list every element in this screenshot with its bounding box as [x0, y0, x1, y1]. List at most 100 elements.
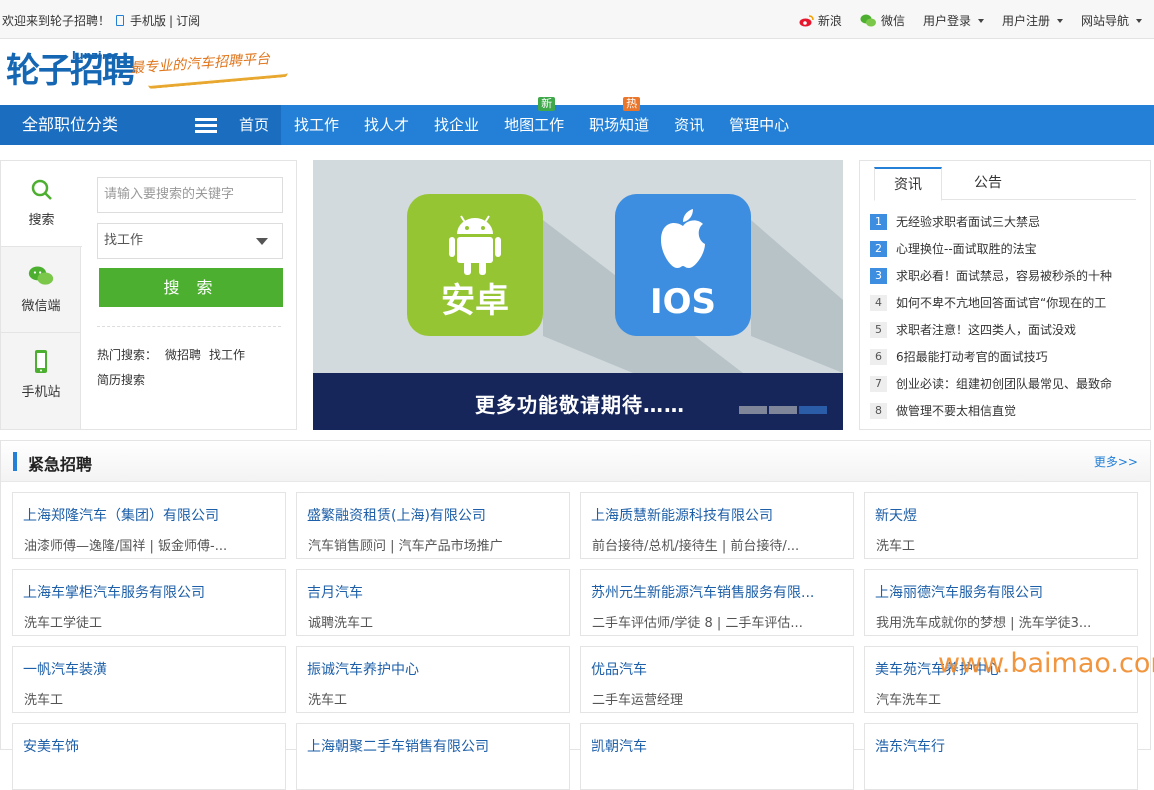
job-card[interactable]: 凯朝汽车 — [580, 723, 854, 790]
nav-find-company[interactable]: 找企业 — [422, 105, 491, 145]
job-titles[interactable]: 汽车洗车工 — [876, 689, 1134, 708]
company-name[interactable]: 优品汽车 — [591, 659, 849, 679]
wechat-icon — [28, 266, 54, 285]
banner[interactable]: 安卓 IOS 更多功能敬请期待…… — [313, 160, 843, 430]
divider — [97, 326, 281, 327]
job-titles[interactable]: 油漆师傅—逸隆/国祥 | 钣金师傅-... — [24, 535, 282, 554]
list-item[interactable]: 8 做管理不要太相信直觉 — [870, 397, 1146, 424]
job-card[interactable]: 优品汽车二手车运营经理 — [580, 646, 854, 713]
nav-admin[interactable]: 管理中心 — [717, 105, 801, 145]
job-titles[interactable]: 汽车销售顾问 | 汽车产品市场推广 — [308, 535, 566, 554]
list-item[interactable]: 5 求职者注意！这四类人，面试没戏 — [870, 316, 1146, 343]
list-item[interactable]: 4 如何不卑不亢地回答面试官“你现在的工 — [870, 289, 1146, 316]
job-titles[interactable]: 我用洗车成就你的梦想 | 洗车学徒3... — [876, 612, 1134, 631]
company-name[interactable]: 振诚汽车养护中心 — [307, 659, 565, 679]
company-name[interactable]: 浩东汽车行 — [875, 736, 1133, 756]
tab-wechat[interactable]: 微信端 — [1, 247, 81, 333]
list-item[interactable]: 7 创业必读：组建初创团队最常见、最致命 — [870, 370, 1146, 397]
more-link[interactable]: 更多>> — [1094, 453, 1138, 470]
company-name[interactable]: 盛繁融资租赁(上海)有限公司 — [307, 505, 565, 525]
top-bar: 欢迎来到轮子招聘！ 手机版 | 订阅 新浪 微信 用户登录 用户注册 网站导航 — [0, 0, 1154, 39]
job-card[interactable]: 吉月汽车 诚聘洗车工 — [296, 569, 570, 636]
nav-label: 首页 — [239, 116, 270, 134]
job-card[interactable]: 上海朝聚二手车销售有限公司 — [296, 723, 570, 790]
job-card[interactable]: 上海质慧新能源科技有限公司 前台接待/总机/接待生 | 前台接待/... — [580, 492, 854, 559]
subscribe-link[interactable]: 订阅 — [176, 12, 200, 29]
section-header: 紧急招聘 更多>> — [1, 441, 1150, 482]
job-card[interactable]: 安美车饰 — [12, 723, 286, 790]
category-menu[interactable]: 全部职位分类 — [0, 105, 227, 145]
company-name[interactable]: 一帆汽车装潢 — [23, 659, 281, 679]
job-card[interactable]: 上海丽德汽车服务有限公司 我用洗车成就你的梦想 | 洗车学徒3... — [864, 569, 1138, 636]
nav-home[interactable]: 首页 — [227, 105, 282, 145]
hot-link[interactable]: 找工作 — [209, 348, 245, 362]
tab-search[interactable]: 搜索 — [1, 161, 82, 247]
nav-map-jobs[interactable]: 地图工作 新 — [492, 97, 576, 145]
company-name[interactable]: 苏州元生新能源汽车销售服务有限... — [591, 582, 849, 602]
job-card[interactable]: 盛繁融资租赁(上海)有限公司 汽车销售顾问 | 汽车产品市场推广 — [296, 492, 570, 559]
company-name[interactable]: 上海车掌柜汽车服务有限公司 — [23, 582, 281, 602]
site-nav-menu[interactable]: 网站导航 — [1081, 12, 1142, 29]
job-titles[interactable]: 二手车评估师/学徒 8 | 二手车评估... — [592, 612, 850, 631]
ios-app-tile[interactable]: IOS — [615, 194, 751, 336]
banner-shadow — [543, 220, 843, 373]
tab-news[interactable]: 资讯 — [874, 167, 942, 201]
weibo-link[interactable]: 新浪 — [799, 12, 842, 29]
company-name[interactable]: 凯朝汽车 — [591, 736, 849, 756]
list-item[interactable]: 3 求职必看！面试禁忌，容易被秒杀的十种 — [870, 262, 1146, 289]
job-card[interactable]: 上海郑隆汽车（集团）有限公司 油漆师傅—逸隆/国祥 | 钣金师傅-... — [12, 492, 286, 559]
mobile-link[interactable]: 手机版 — [130, 12, 166, 29]
search-type-select[interactable]: 找工作 — [97, 223, 283, 259]
hot-link[interactable]: 简历搜索 — [97, 373, 145, 387]
news-title: 如何不卑不亢地回答面试官“你现在的工 — [896, 296, 1107, 310]
search-panel: 搜索 微信端 手机站 请输入要搜索的关键字 找工作 搜 索 热门搜索： 微招聘 找工… — [0, 160, 297, 430]
job-titles[interactable]: 洗车工 — [24, 689, 282, 708]
list-item[interactable]: 6 6招最能打动考官的面试技巧 — [870, 343, 1146, 370]
carousel-dots — [739, 406, 827, 414]
company-name[interactable]: 上海质慧新能源科技有限公司 — [591, 505, 849, 525]
android-app-tile[interactable]: 安卓 — [407, 194, 543, 336]
select-value: 找工作 — [104, 233, 144, 248]
job-card[interactable]: 新天煜 洗车工 — [864, 492, 1138, 559]
tab-announcements[interactable]: 公告 — [954, 167, 1022, 200]
list-item[interactable]: 1 无经验求职者面试三大禁忌 — [870, 208, 1146, 235]
company-name[interactable]: 上海丽德汽车服务有限公司 — [875, 582, 1133, 602]
wechat-link[interactable]: 微信 — [860, 12, 905, 29]
job-titles[interactable]: 洗车工 — [308, 689, 566, 708]
chevron-down-icon — [1056, 18, 1063, 23]
job-titles[interactable]: 二手车运营经理 — [592, 689, 850, 708]
site-logo[interactable]: 轮子招聘 lunzi.cc — [6, 49, 136, 91]
job-card[interactable]: 苏州元生新能源汽车销售服务有限... 二手车评估师/学徒 8 | 二手车评估... — [580, 569, 854, 636]
job-card[interactable]: 振诚汽车养护中心 洗车工 — [296, 646, 570, 713]
tab-mobile[interactable]: 手机站 — [1, 333, 81, 419]
search-input[interactable]: 请输入要搜索的关键字 — [97, 177, 283, 213]
nav-news[interactable]: 资讯 — [662, 105, 716, 145]
company-name[interactable]: 上海朝聚二手车销售有限公司 — [307, 736, 565, 756]
job-titles[interactable]: 洗车工学徒工 — [24, 612, 282, 631]
register-menu[interactable]: 用户注册 — [1002, 12, 1063, 29]
company-name[interactable]: 新天煜 — [875, 505, 1133, 525]
job-titles[interactable]: 洗车工 — [876, 535, 1134, 554]
job-card[interactable]: 上海车掌柜汽车服务有限公司 洗车工学徒工 — [12, 569, 286, 636]
company-name[interactable]: 上海郑隆汽车（集团）有限公司 — [23, 505, 281, 525]
job-card[interactable]: 浩东汽车行 — [864, 723, 1138, 790]
login-menu[interactable]: 用户登录 — [923, 12, 984, 29]
hot-badge: 热 — [623, 97, 641, 111]
job-titles[interactable]: 诚聘洗车工 — [308, 612, 566, 631]
nav-find-job[interactable]: 找工作 — [282, 105, 351, 145]
carousel-dot[interactable] — [739, 406, 767, 414]
hot-link[interactable]: 微招聘 — [165, 348, 201, 362]
carousel-dot-active[interactable] — [799, 406, 827, 414]
list-item[interactable]: 2 心理换位--面试取胜的法宝 — [870, 235, 1146, 262]
nav-career-qa[interactable]: 职场知道 热 — [577, 97, 661, 145]
job-card[interactable]: 一帆汽车装潢 洗车工 — [12, 646, 286, 713]
search-button[interactable]: 搜 索 — [99, 268, 283, 307]
company-name[interactable]: 安美车饰 — [23, 736, 281, 756]
job-titles[interactable]: 前台接待/总机/接待生 | 前台接待/... — [592, 535, 850, 554]
mobile-icon — [116, 15, 125, 26]
news-title: 无经验求职者面试三大禁忌 — [896, 215, 1041, 229]
carousel-dot[interactable] — [769, 406, 797, 414]
company-name[interactable]: 吉月汽车 — [307, 582, 565, 602]
nav-label: 找工作 — [294, 116, 340, 134]
nav-find-talent[interactable]: 找人才 — [352, 105, 421, 145]
